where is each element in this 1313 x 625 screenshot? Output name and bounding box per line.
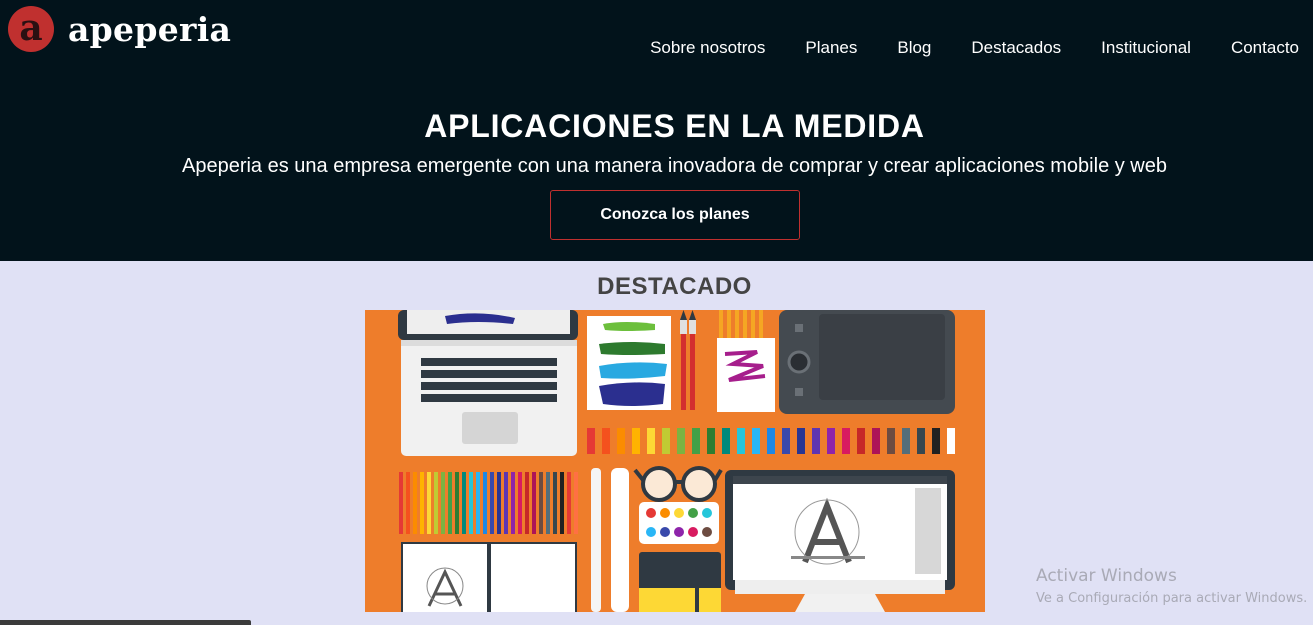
activation-watermark-subtitle: Ve a Configuración para activar Windows. <box>1036 591 1308 606</box>
main-nav: Sobre nosotros Planes Blog Destacados In… <box>610 38 1299 58</box>
watercolor-palette <box>639 502 719 544</box>
logo-mark: a <box>8 6 54 52</box>
open-sketchbook <box>401 542 577 612</box>
nav-item-institucional[interactable]: Institucional <box>1101 38 1191 58</box>
logo-letter: a <box>19 7 43 49</box>
hero-title: APLICACIONES EN LA MEDIDA <box>424 108 925 144</box>
paint-swatches <box>587 316 671 410</box>
graphics-tablet <box>779 310 955 414</box>
laptop-illustration <box>398 310 578 456</box>
hero-subtitle: Apeperia es una empresa emergente con un… <box>182 155 1167 177</box>
view-plans-button[interactable]: Conozca los planes <box>550 190 800 240</box>
brand-logo[interactable]: a apeperia <box>8 6 231 52</box>
nav-item-destacados[interactable]: Destacados <box>971 38 1061 58</box>
activation-watermark-title: Activar Windows <box>1036 566 1177 586</box>
nav-item-sobre-nosotros[interactable]: Sobre nosotros <box>650 38 765 58</box>
monitor <box>725 470 955 612</box>
nav-item-contacto[interactable]: Contacto <box>1231 38 1299 58</box>
brand-name: apeperia <box>68 9 232 49</box>
nav-item-blog[interactable]: Blog <box>897 38 931 58</box>
paint-tubes <box>585 422 957 456</box>
nav-item-planes[interactable]: Planes <box>805 38 857 58</box>
site-header: a apeperia Sobre nosotros Planes Blog De… <box>0 0 1313 261</box>
featured-title: DESTACADO <box>597 273 752 300</box>
featured-image[interactable] <box>365 310 985 612</box>
notebook <box>639 552 721 612</box>
scroll-indicator <box>0 620 251 625</box>
